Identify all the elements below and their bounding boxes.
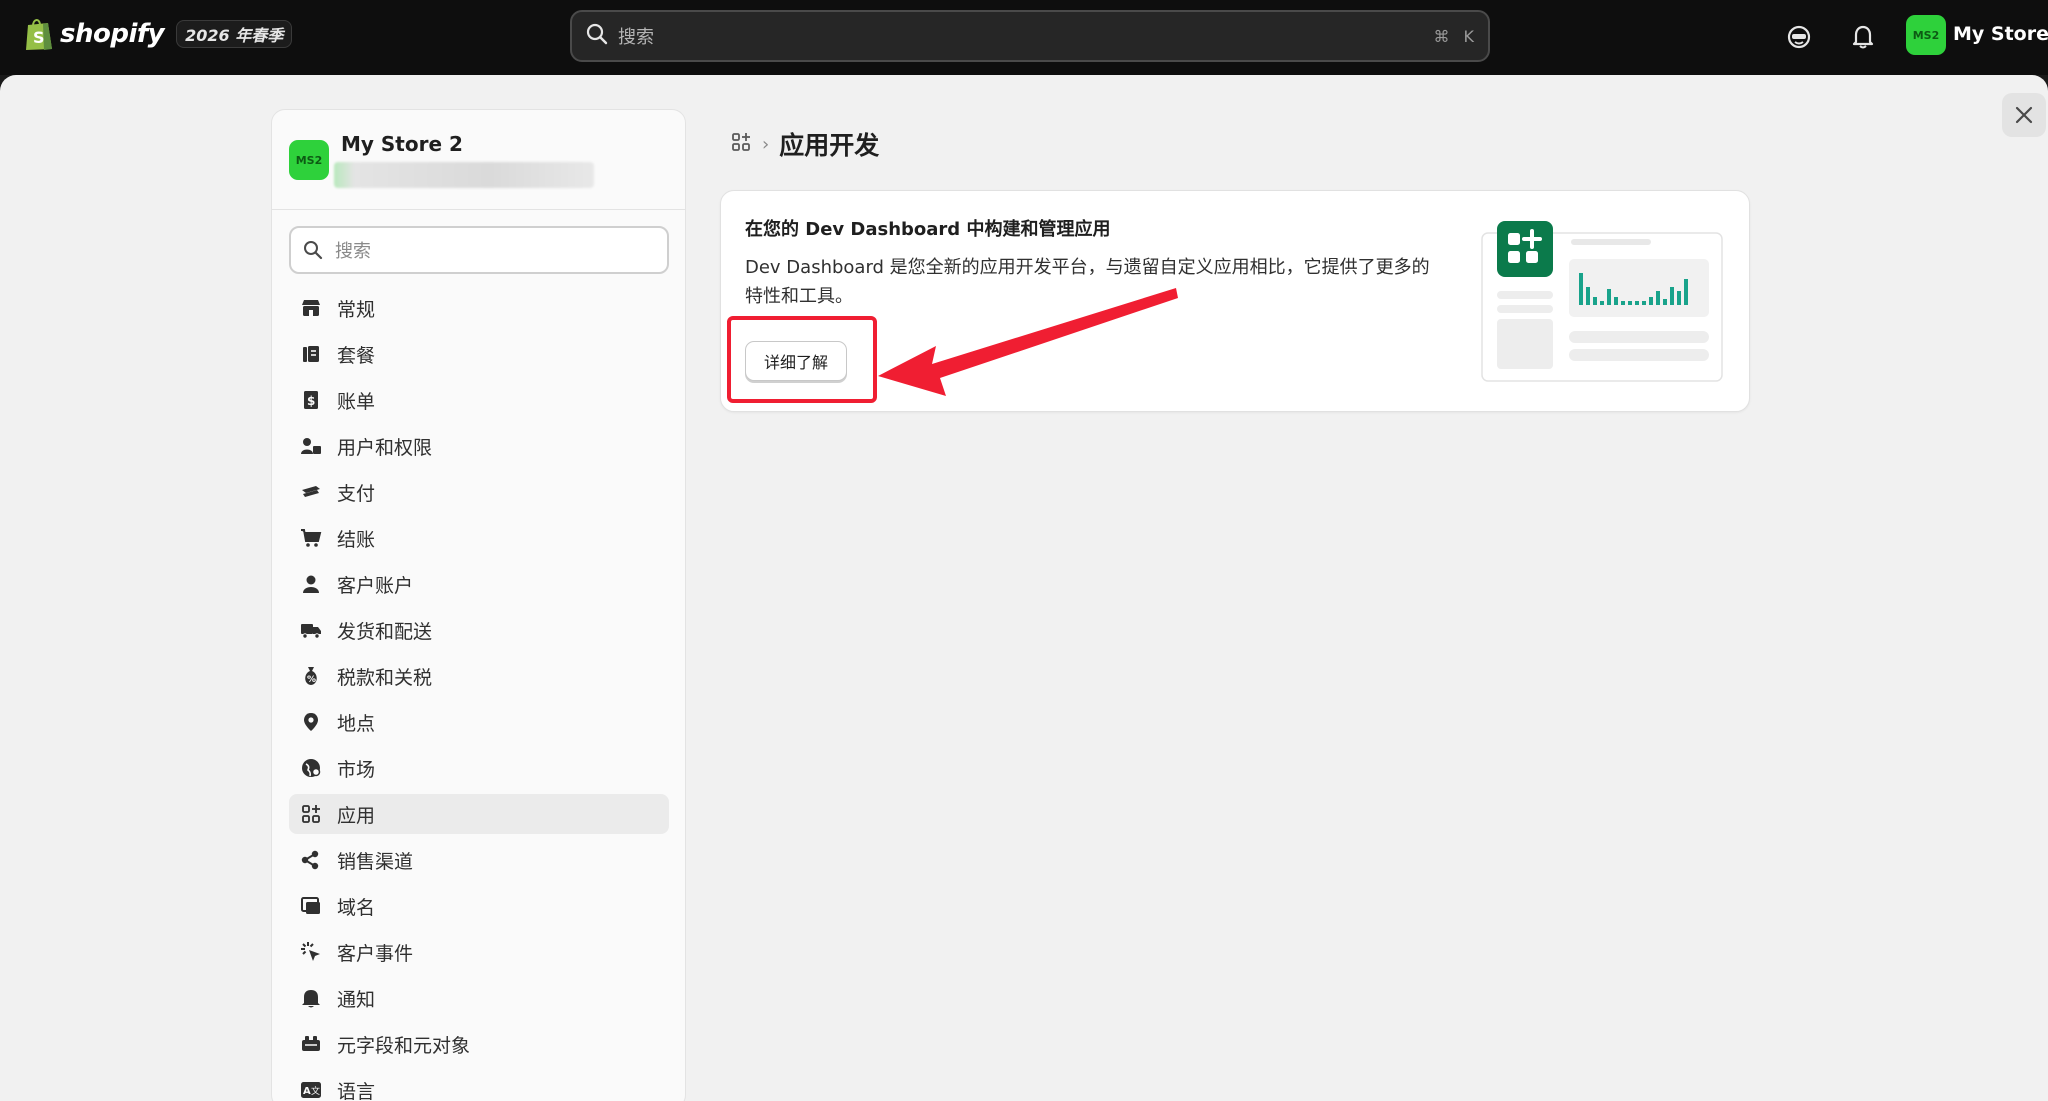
card-title: 在您的 Dev Dashboard 中构建和管理应用 <box>745 219 1111 240</box>
chevron-right-icon: › <box>762 133 770 155</box>
metafields-icon <box>299 1032 323 1056</box>
cart-icon <box>299 526 323 550</box>
sidebar-item-users[interactable]: 用户和权限 <box>289 426 669 466</box>
settings-search-input[interactable]: 搜索 <box>289 226 669 274</box>
sidebar-item-customer-accounts[interactable]: 客户账户 <box>289 564 669 604</box>
sidebar-item-label: 市场 <box>337 758 376 781</box>
store-name[interactable]: My Store 2 <box>1953 23 2048 45</box>
sidebar-item-label: 域名 <box>337 896 376 919</box>
dashboard-illustration <box>1481 221 1723 382</box>
sidebar-item-checkout[interactable]: 结账 <box>289 518 669 558</box>
truck-icon <box>299 618 323 642</box>
search-placeholder: 搜索 <box>335 241 371 262</box>
sidebar-item-apps[interactable]: 应用 <box>289 794 669 834</box>
close-icon <box>2015 106 2033 124</box>
sidebar-item-label: 销售渠道 <box>337 850 414 873</box>
sidebar-item-domains[interactable]: 域名 <box>289 886 669 926</box>
sidebar-item-markets[interactable]: 市场 <box>289 748 669 788</box>
search-icon <box>304 241 323 260</box>
breadcrumb: › 应用开发 <box>730 126 879 162</box>
sidebar-item-metafields[interactable]: 元字段和元对象 <box>289 1024 669 1064</box>
sidebar-item-label: 地点 <box>337 712 376 735</box>
sidebar-item-label: 结账 <box>337 528 376 551</box>
sidebar-item-taxes[interactable]: % 税款和关税 <box>289 656 669 696</box>
page-title: 应用开发 <box>779 131 880 160</box>
bell-icon <box>299 986 323 1010</box>
sidekick-icon[interactable] <box>1784 22 1814 52</box>
store-avatar: MS2 <box>289 140 329 180</box>
svg-text:文: 文 <box>311 1085 320 1097</box>
channels-icon <box>299 848 323 872</box>
svg-text:S: S <box>33 28 45 47</box>
sidebar-item-label: 常规 <box>337 298 376 321</box>
sidebar-item-payments[interactable]: 支付 <box>289 472 669 512</box>
brand-name: shopify <box>60 19 165 49</box>
store-icon <box>299 296 323 320</box>
sidebar-item-label: 支付 <box>337 482 376 505</box>
notification-bell-icon[interactable] <box>1848 22 1878 52</box>
location-icon <box>299 710 323 734</box>
annotation-highlight-box <box>727 316 877 403</box>
sidebar-item-label: 元字段和元对象 <box>337 1034 471 1057</box>
users-icon <box>299 434 323 458</box>
svg-text:A: A <box>303 1086 311 1097</box>
sidebar-item-customer-events[interactable]: 客户事件 <box>289 932 669 972</box>
svg-text:$: $ <box>307 394 315 408</box>
sidebar-item-shipping[interactable]: 发货和配送 <box>289 610 669 650</box>
billing-icon: $ <box>299 388 323 412</box>
shopify-logo[interactable]: S shopify 2026 年春季 <box>24 16 293 52</box>
sidebar-item-sales-channels[interactable]: 销售渠道 <box>289 840 669 880</box>
settings-nav: 常规 套餐 $ 账单 用户和权限 支付 结账 客户账户 发货和配送 % 税款和关… <box>289 288 669 1101</box>
tax-icon: % <box>299 664 323 688</box>
sidebar-item-label: 发货和配送 <box>337 620 433 643</box>
language-icon: A文 <box>299 1078 323 1101</box>
sidebar-item-plan[interactable]: 套餐 <box>289 334 669 374</box>
svg-text:%: % <box>307 675 316 685</box>
sidebar-item-notifications[interactable]: 通知 <box>289 978 669 1018</box>
sidebar-item-label: 通知 <box>337 988 376 1011</box>
shopify-bag-icon: S <box>24 16 54 52</box>
sidebar-item-label: 用户和权限 <box>337 436 433 459</box>
domain-icon <box>299 894 323 918</box>
top-bar: S shopify 2026 年春季 搜索 ⌘ K MS2 My Store 2 <box>0 0 2048 75</box>
globe-icon <box>299 756 323 780</box>
store-avatar[interactable]: MS2 <box>1906 15 1946 55</box>
redacted-store-url <box>334 162 594 188</box>
sidebar-item-languages[interactable]: A文 语言 <box>289 1070 669 1101</box>
global-search-input[interactable]: 搜索 ⌘ K <box>570 10 1490 62</box>
search-placeholder: 搜索 <box>618 27 654 48</box>
sidebar-item-label: 套餐 <box>337 344 376 367</box>
shortcut-k-key: K <box>1463 26 1475 46</box>
events-icon <box>299 940 323 964</box>
annotation-arrow-icon <box>878 288 1178 396</box>
sidebar-item-billing[interactable]: $ 账单 <box>289 380 669 420</box>
plan-icon <box>299 342 323 366</box>
sidebar-item-label: 应用 <box>337 804 376 827</box>
sidebar-item-label: 客户事件 <box>337 942 414 965</box>
sidebar-store-header[interactable]: MS2 My Store 2 <box>272 110 685 210</box>
store-name: My Store 2 <box>341 132 463 156</box>
settings-sidebar: MS2 My Store 2 搜索 常规 套餐 $ 账单 用户和权限 支付 结账… <box>271 109 686 1101</box>
sidebar-item-label: 语言 <box>337 1080 376 1101</box>
sidebar-item-label: 账单 <box>337 390 376 413</box>
sidebar-item-label: 税款和关税 <box>337 666 433 689</box>
sidebar-item-label: 客户账户 <box>337 574 414 597</box>
shortcut-cmd-key: ⌘ <box>1433 26 1450 46</box>
person-icon <box>299 572 323 596</box>
payment-icon <box>299 480 323 504</box>
edition-badge[interactable]: 2026 年春季 <box>176 20 293 48</box>
apps-icon <box>299 802 323 826</box>
search-icon <box>586 23 608 49</box>
apps-icon[interactable] <box>730 131 752 157</box>
close-button[interactable] <box>2002 93 2046 137</box>
sidebar-item-general[interactable]: 常规 <box>289 288 669 328</box>
sidebar-item-locations[interactable]: 地点 <box>289 702 669 742</box>
